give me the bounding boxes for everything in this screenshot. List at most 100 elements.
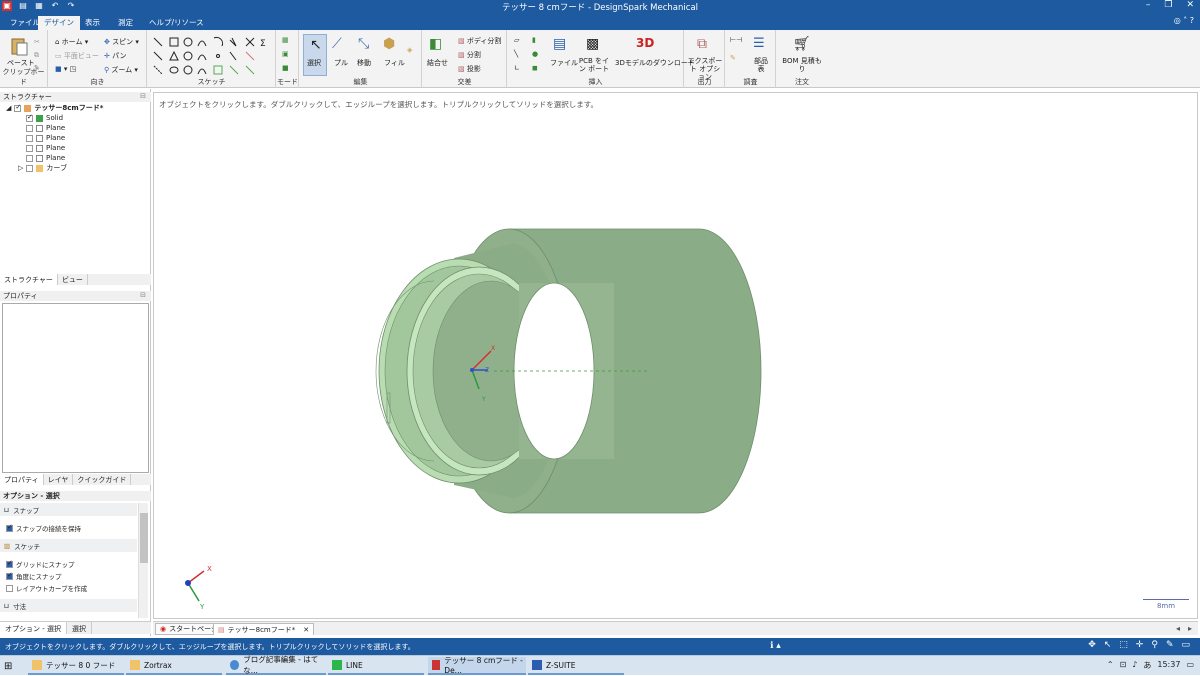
- sketch-tools-icons[interactable]: Σ: [152, 36, 272, 78]
- tree-item-plane[interactable]: Plane: [26, 123, 65, 133]
- tab-document[interactable]: ▤ テッサー8cmフード* ✕: [213, 623, 315, 635]
- plane-checkbox[interactable]: [26, 144, 33, 152]
- model-canvas[interactable]: X Y Z X Y: [154, 93, 1197, 618]
- select-icon[interactable]: ↖: [1104, 640, 1112, 650]
- view-triad[interactable]: X Y: [185, 565, 212, 611]
- plane-icon[interactable]: ▱: [514, 36, 519, 44]
- plane-checkbox[interactable]: [26, 154, 33, 162]
- tab-nav[interactable]: ◂ ▸: [1176, 624, 1192, 633]
- taskbar-item[interactable]: テッサー 8 0 フード: [28, 657, 124, 675]
- tree-root[interactable]: ◢ テッサー8cmフード*: [6, 103, 103, 113]
- taskbar-item[interactable]: Zortrax: [126, 657, 222, 675]
- pcb-icon[interactable]: ▩: [586, 36, 599, 52]
- taskbar-item-active[interactable]: テッサー 8 cmフード - De...: [428, 656, 526, 675]
- tab-layers[interactable]: レイヤ: [44, 474, 74, 485]
- options-group-snap[interactable]: ⊔ スナップ: [0, 503, 137, 516]
- solid-checkbox[interactable]: [26, 113, 33, 122]
- cut-icon[interactable]: ✂: [34, 38, 40, 46]
- pan-icon[interactable]: ✛: [1136, 640, 1144, 650]
- pin-icon[interactable]: ⊟: [140, 92, 146, 100]
- parts-table-icon[interactable]: ☰: [753, 36, 765, 51]
- notes-icon[interactable]: ✎: [730, 54, 736, 62]
- 3d-download-button[interactable]: 3Dモデルのダウンロード: [615, 58, 695, 68]
- cylinder-icon[interactable]: ▮: [532, 36, 536, 44]
- network-icon[interactable]: ⊡: [1120, 660, 1127, 671]
- fill-extra-icon[interactable]: ◈: [407, 46, 412, 54]
- export-icon[interactable]: ⧉: [697, 36, 707, 52]
- origin-icon[interactable]: ∟: [514, 64, 520, 72]
- prev-tab-icon[interactable]: ◂: [1176, 624, 1180, 633]
- move-button[interactable]: 移動: [357, 58, 371, 68]
- zoom-icon[interactable]: ⚲: [1151, 640, 1158, 650]
- tree-item-curves[interactable]: ▷ カーブ: [18, 163, 67, 173]
- pull-icon[interactable]: ⟋: [332, 36, 342, 52]
- bom-quote-button[interactable]: BOM 見積もり: [779, 57, 825, 73]
- tab-structure[interactable]: ストラクチャー: [0, 274, 58, 285]
- root-checkbox[interactable]: [14, 103, 22, 112]
- split-button[interactable]: ▧ 分割: [458, 50, 481, 60]
- file-insert-icon[interactable]: ▤: [553, 36, 566, 52]
- option-layout-curve[interactable]: レイアウトカーブを作成: [0, 582, 137, 594]
- option-snap-angle[interactable]: 角度にスナップ: [0, 570, 137, 582]
- tab-quick-guide[interactable]: クイックガイド: [73, 474, 132, 485]
- info-icon[interactable]: ℹ ▴: [770, 641, 781, 651]
- sketch-mode-icon[interactable]: ▦: [282, 36, 289, 44]
- cart-icon[interactable]: 🛒︎: [793, 36, 811, 52]
- combine-button[interactable]: 結合せ: [427, 58, 448, 68]
- minimize-icon[interactable]: –: [1146, 0, 1151, 10]
- render-icon[interactable]: ✎: [1166, 640, 1174, 650]
- help-icons[interactable]: ◎ ˄ ?: [1174, 16, 1194, 25]
- parts-table-button[interactable]: 部品 表: [750, 57, 772, 73]
- expand-icon[interactable]: ▷: [18, 164, 23, 172]
- pin-icon[interactable]: ⊟: [140, 291, 146, 299]
- taskbar-item[interactable]: ブログ記事編集 - はてな...: [226, 655, 326, 675]
- start-button[interactable]: ⊞: [0, 657, 22, 675]
- option-keep-snap[interactable]: スナップの接続を保持: [0, 522, 137, 534]
- options-group-sketch[interactable]: ▨ スケッチ: [0, 539, 137, 552]
- box-select-icon[interactable]: ⬚: [1119, 640, 1128, 650]
- chevron-up-icon[interactable]: ⌃: [1107, 660, 1114, 671]
- sphere-icon[interactable]: ●: [532, 50, 538, 58]
- combine-icon[interactable]: ◧: [429, 36, 442, 52]
- select-button[interactable]: ↖ 選択: [303, 34, 327, 76]
- pan-button[interactable]: ✛ パン: [104, 51, 126, 61]
- restore-icon[interactable]: ❐: [1164, 0, 1172, 10]
- taskbar-item[interactable]: Z-SUITE: [528, 657, 624, 675]
- spin-button[interactable]: ✥ スピン ▾: [104, 37, 139, 47]
- options-scrollbar[interactable]: [138, 503, 148, 618]
- tab-view[interactable]: 表示: [79, 16, 106, 30]
- fill-button[interactable]: フィル: [384, 58, 405, 68]
- clock[interactable]: 15:37: [1157, 660, 1180, 671]
- collapse-icon[interactable]: ◢: [6, 104, 11, 112]
- tree-item-plane[interactable]: Plane: [26, 133, 65, 143]
- display-icon[interactable]: ▭: [1181, 640, 1190, 650]
- measure-icon[interactable]: ⊢⊣: [730, 36, 742, 44]
- move-icon[interactable]: ⤡: [358, 36, 369, 52]
- volume-icon[interactable]: ♪: [1132, 660, 1137, 671]
- close-tab-icon[interactable]: ✕: [303, 626, 309, 634]
- options-group-dimension[interactable]: ⊔ 寸法: [0, 599, 137, 612]
- plane-checkbox[interactable]: [26, 124, 33, 132]
- pcb-import-button[interactable]: PCB をイン ポート: [576, 57, 612, 73]
- axis-icon[interactable]: ╲: [514, 50, 518, 58]
- insert-file-button[interactable]: ファイル: [550, 58, 578, 68]
- project-button[interactable]: ▧ 投影: [458, 64, 481, 74]
- checkbox[interactable]: [6, 571, 13, 580]
- shell-icon[interactable]: ◼: [532, 64, 538, 72]
- option-snap-grid[interactable]: グリッドにスナップ: [0, 558, 137, 570]
- split-body-button[interactable]: ▧ ボディ分割: [458, 36, 501, 46]
- tab-select[interactable]: 選択: [67, 622, 92, 634]
- taskbar-item[interactable]: LINE: [328, 657, 424, 675]
- tree-item-plane[interactable]: Plane: [26, 143, 65, 153]
- tree-item-plane[interactable]: Plane: [26, 153, 65, 163]
- checkbox[interactable]: [6, 523, 13, 532]
- tab-views[interactable]: ビュー: [58, 274, 88, 285]
- view-cube-button[interactable]: ■ ▾ ◳: [55, 65, 76, 73]
- tab-options-select[interactable]: オプション - 選択: [0, 622, 67, 634]
- checkbox[interactable]: [6, 559, 13, 568]
- notification-icon[interactable]: ▭: [1186, 660, 1194, 671]
- curves-checkbox[interactable]: [26, 164, 34, 172]
- ime-indicator[interactable]: あ: [1143, 660, 1151, 671]
- plane-checkbox[interactable]: [26, 134, 33, 142]
- copy-icon[interactable]: ⧉: [34, 51, 39, 60]
